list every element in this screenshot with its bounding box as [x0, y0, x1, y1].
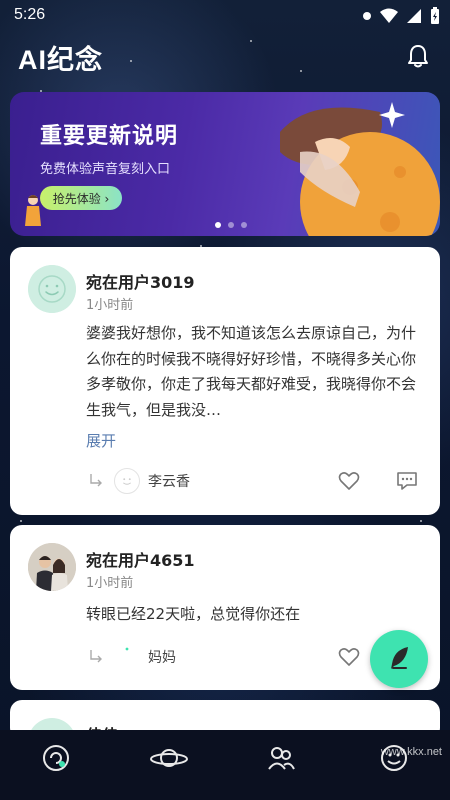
post-time: 1小时前 — [86, 576, 134, 591]
reply-row[interactable]: 李云香 — [86, 466, 190, 496]
feather-pen-icon — [391, 647, 408, 669]
nav-planet[interactable] — [149, 738, 189, 778]
reply-row[interactable]: 妈妈 — [86, 642, 176, 672]
post-content: 婆婆我好想你，我不知道该怎么去原谅自己，为什么你在的时候我不晓得好好珍惜，不晓得… — [86, 324, 417, 419]
moon-hug-illustration — [280, 102, 440, 236]
cell-signal-icon — [407, 9, 421, 23]
mini-avatar-dot — [125, 647, 129, 651]
promo-banner[interactable]: 重要更新说明 免费体验声音复刻入口 抢先体验 › — [10, 92, 440, 236]
reply-name[interactable]: 妈妈 — [148, 647, 176, 667]
like-heart-icon[interactable] — [337, 645, 361, 669]
banner-title: 重要更新说明 — [40, 124, 179, 149]
status-bar: 5:26 — [0, 0, 450, 32]
wifi-icon — [380, 8, 398, 23]
bell-icon[interactable] — [404, 42, 432, 70]
status-time: 5:26 — [14, 6, 46, 23]
signal-dot-icon — [363, 12, 371, 20]
nav-people[interactable] — [261, 738, 301, 778]
pager-dot[interactable] — [228, 222, 234, 228]
post-time: 1小时前 — [86, 298, 134, 313]
compose-fab-button[interactable] — [370, 630, 428, 688]
nav-smile[interactable] — [374, 738, 414, 778]
banner-pager — [215, 222, 247, 228]
expand-link[interactable]: 展开 — [86, 430, 116, 451]
home-icon — [43, 745, 70, 771]
people-icon — [268, 747, 296, 770]
reply-name[interactable]: 李云香 — [148, 471, 190, 491]
try-now-button[interactable]: 抢先体验 › — [40, 186, 122, 210]
pager-dot-active[interactable] — [215, 222, 221, 228]
watermark: www.kkx.net — [380, 746, 442, 758]
app-header: AI纪念 — [0, 36, 450, 80]
nav-home[interactable] — [36, 738, 76, 778]
post-username[interactable]: 宛在用户3019 — [86, 269, 195, 293]
reply-arrow-icon — [90, 650, 102, 663]
bottom-navigation — [0, 730, 450, 800]
pager-dot[interactable] — [241, 222, 247, 228]
mini-smile-avatar — [114, 468, 140, 494]
planet-icon — [149, 749, 188, 767]
post-username[interactable]: 宛在用户4651 — [86, 547, 195, 571]
banner-subtitle: 免费体验声音复刻入口 — [40, 162, 171, 177]
couple-photo — [28, 543, 76, 591]
battery-icon — [431, 7, 439, 24]
like-heart-icon[interactable] — [337, 469, 361, 493]
post-card[interactable]: 宛在用户3019 1小时前 婆婆我好想你，我不知道该怎么去原谅自己，为什么你在的… — [10, 247, 440, 515]
reply-arrow-icon — [90, 474, 102, 487]
comment-icon[interactable] — [395, 469, 419, 493]
post-content: 转眼已经22天啦，总觉得你还在 — [86, 605, 301, 623]
app-title: AI纪念 — [18, 45, 103, 75]
little-girl-illustration — [25, 195, 41, 226]
smile-avatar[interactable] — [28, 265, 76, 313]
photo-avatar[interactable] — [28, 543, 76, 591]
